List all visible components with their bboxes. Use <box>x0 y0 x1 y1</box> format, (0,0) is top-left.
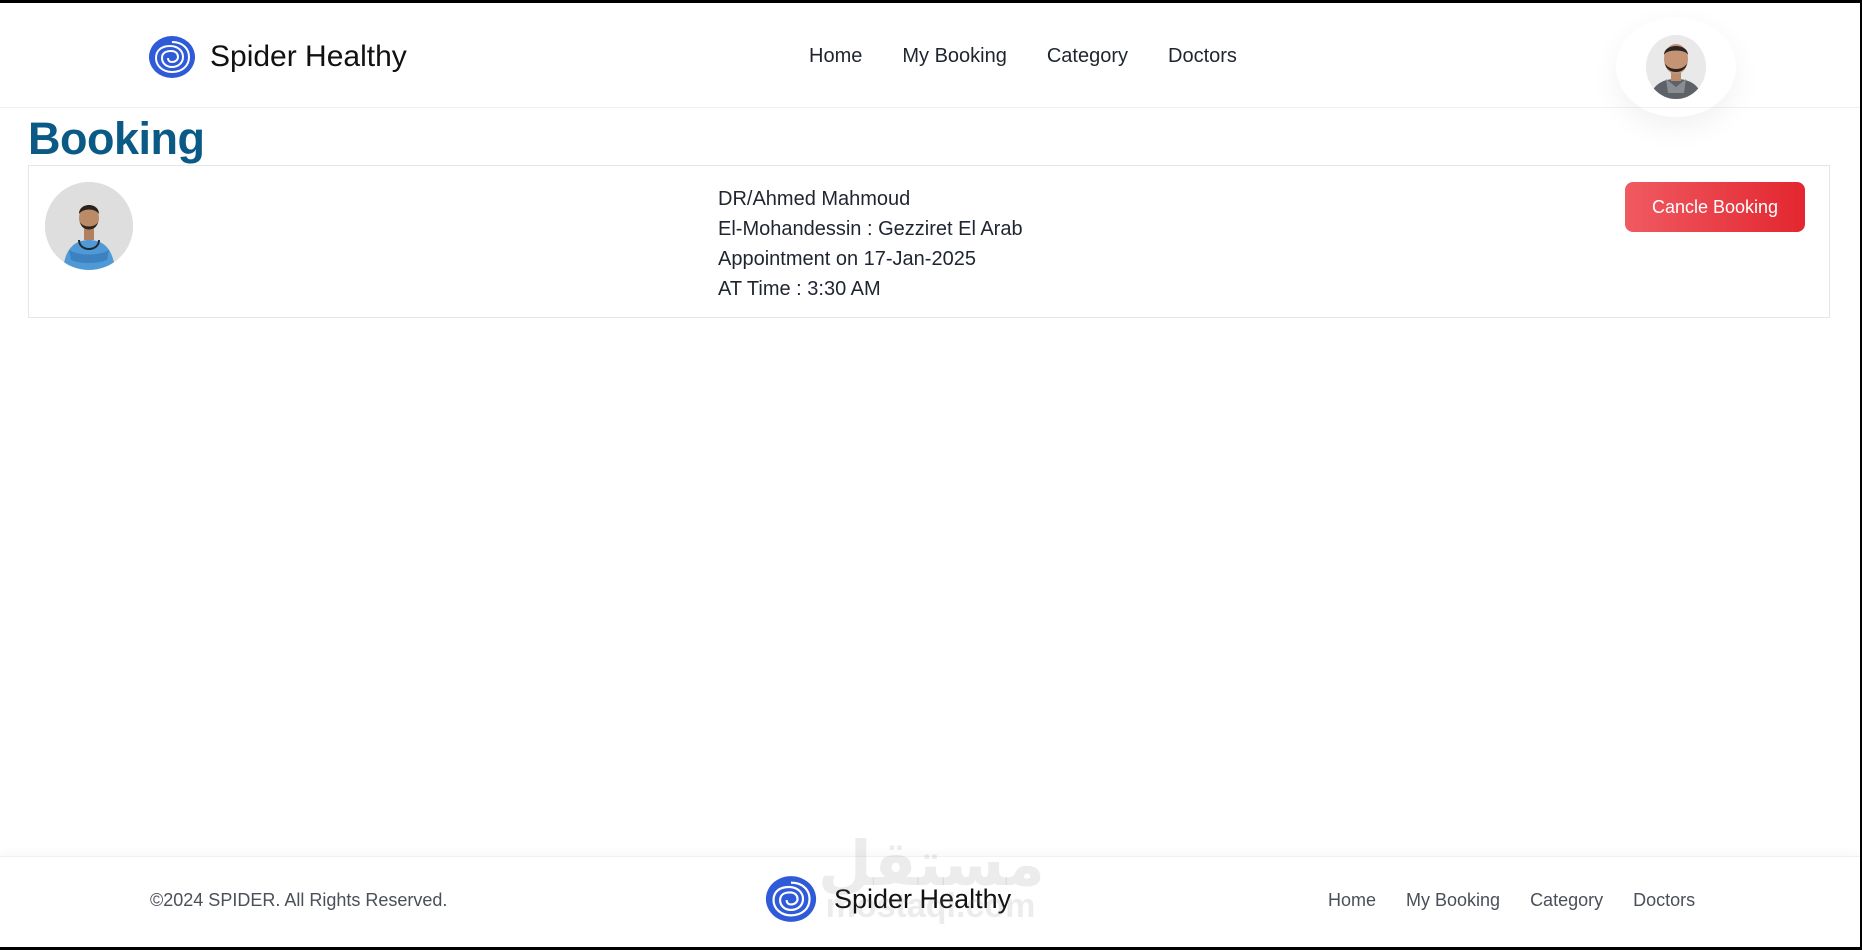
footer-nav-my-booking[interactable]: My Booking <box>1406 890 1500 911</box>
booking-info: DR/Ahmed Mahmoud El-Mohandessin : Gezzir… <box>718 184 1023 304</box>
brand-name: Spider Healthy <box>210 40 407 73</box>
footer-nav-home[interactable]: Home <box>1328 890 1376 911</box>
appointment-date: Appointment on 17-Jan-2025 <box>718 248 976 270</box>
nav-my-booking[interactable]: My Booking <box>902 45 1007 68</box>
doctor-name: DR/Ahmed Mahmoud <box>718 188 911 210</box>
nav-doctors[interactable]: Doctors <box>1168 45 1237 68</box>
user-menu[interactable] <box>1616 17 1736 117</box>
cancel-booking-button[interactable]: Cancle Booking <box>1625 182 1805 232</box>
footer-brand[interactable]: Spider Healthy <box>764 875 1011 923</box>
app-frame: Spider Healthy Home My Booking Category … <box>0 3 1860 947</box>
footer-nav-doctors[interactable]: Doctors <box>1633 890 1695 911</box>
doctor-photo <box>45 182 133 270</box>
doctor-icon <box>45 182 133 270</box>
nav-category[interactable]: Category <box>1047 45 1128 68</box>
main-nav: Home My Booking Category Doctors <box>809 45 1237 68</box>
person-icon <box>1646 35 1706 99</box>
page-title: Booking <box>28 113 205 164</box>
booking-card: DR/Ahmed Mahmoud El-Mohandessin : Gezzir… <box>28 165 1830 318</box>
site-header: Spider Healthy Home My Booking Category … <box>0 3 1860 108</box>
copyright: ©2024 SPIDER. All Rights Reserved. <box>150 890 448 910</box>
footer-brand-name: Spider Healthy <box>834 883 1012 914</box>
site-footer: ©2024 SPIDER. All Rights Reserved. Spide… <box>0 831 1860 941</box>
spiral-logo-icon <box>149 36 195 78</box>
footer-nav-category[interactable]: Category <box>1530 890 1603 911</box>
appointment-time: AT Time : 3:30 AM <box>718 278 881 300</box>
nav-home[interactable]: Home <box>809 45 862 68</box>
clinic-location: El-Mohandessin : Gezziret El Arab <box>718 218 1023 240</box>
footer-nav: Home My Booking Category Doctors <box>1328 890 1695 911</box>
user-avatar <box>1646 35 1706 99</box>
spiral-logo-icon <box>765 876 817 922</box>
brand[interactable]: Spider Healthy <box>148 35 407 79</box>
